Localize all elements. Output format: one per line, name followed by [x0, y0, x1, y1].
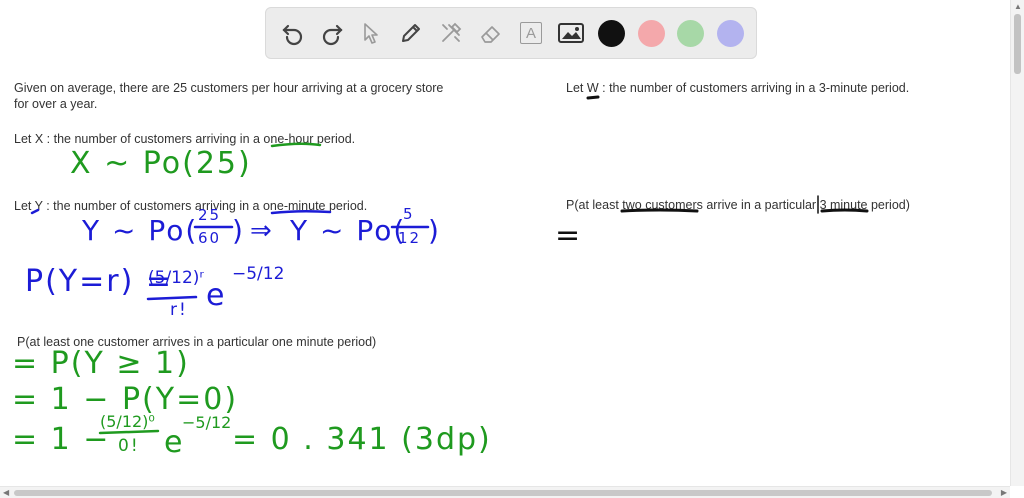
- pmf-e: e: [206, 278, 227, 313]
- paren-close-b: ): [428, 214, 441, 247]
- paren-close-a: ): [232, 214, 245, 247]
- underline-two-customers: [620, 208, 699, 213]
- x-distribution: X ~ Po(25): [70, 146, 252, 181]
- horizontal-scroll-thumb[interactable]: [14, 490, 992, 496]
- y-tick-mark: [30, 208, 40, 215]
- implies-arrow: ⇒: [250, 216, 274, 246]
- underline-w: [586, 95, 600, 100]
- frac-a-denominator: 60: [198, 229, 222, 247]
- step-1: = P(Y ≥ 1): [12, 346, 190, 381]
- step-3-exponent: −5/12: [182, 413, 232, 432]
- vertical-scroll-thumb[interactable]: [1014, 14, 1021, 74]
- frac-a-numerator: 25: [198, 206, 222, 224]
- underline-one-minute: [270, 209, 332, 215]
- pmf-exponent: −5/12: [232, 264, 285, 284]
- frac-b-numerator: 5: [403, 205, 415, 223]
- step-3-numerator: (5/12)⁰: [100, 412, 155, 431]
- pmf-denominator: r!: [170, 300, 188, 320]
- scroll-up-icon[interactable]: ▲: [1014, 2, 1022, 11]
- y-distribution-a: Y ~ Po(: [82, 214, 199, 247]
- pmf-numerator: (5/12)ʳ: [148, 268, 204, 288]
- vertical-scrollbar[interactable]: ▲: [1010, 0, 1024, 486]
- underline-one-hour: [270, 142, 322, 148]
- step-3-denominator: 0!: [118, 436, 140, 456]
- scroll-right-icon[interactable]: ▶: [1001, 488, 1007, 497]
- horizontal-scrollbar[interactable]: ◀ ▶: [0, 486, 1010, 498]
- step-3-lhs: = 1 −: [12, 422, 111, 457]
- step-3-result: = 0 . 341 (3dp): [232, 422, 492, 457]
- underline-three-minute: [820, 208, 869, 213]
- frac-b-denominator: 12: [398, 229, 422, 247]
- y-distribution-b: Y ~ Po(: [290, 214, 407, 247]
- scroll-left-icon[interactable]: ◀: [3, 488, 9, 497]
- right-equals: =: [555, 218, 583, 253]
